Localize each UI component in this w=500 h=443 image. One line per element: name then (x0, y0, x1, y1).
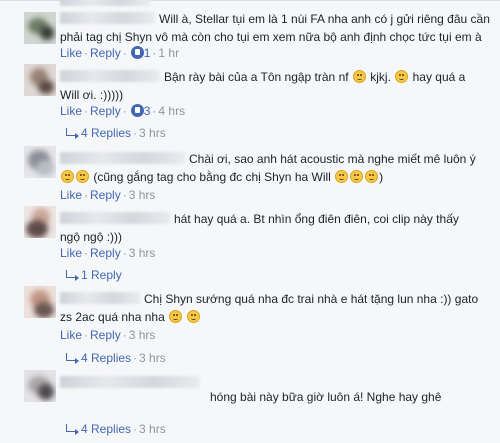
grin-emoji-icon (365, 170, 379, 183)
comment-2-replies-link[interactable]: 4 Replies (81, 126, 131, 140)
laugh-emoji-icon (335, 170, 349, 183)
comment-3-actions: Like · Reply · 3 hrs (60, 188, 156, 202)
comment-5-reply-link[interactable]: Reply (90, 328, 121, 342)
comment-1-text: Will à, Stellar tụi em là 1 nùi FA nha a… (60, 10, 490, 28)
comment-3-avatar[interactable] (24, 146, 56, 178)
comment-4-actions: Like · Reply · 3 hrs (60, 246, 156, 260)
comment-5-text-line2: zs 2ac quá nha nha (60, 308, 488, 326)
smile-emoji-icon (352, 70, 366, 83)
comment-2-like-link[interactable]: Like (60, 104, 82, 118)
comment-1-avatar[interactable] (24, 12, 56, 44)
comment-3-text: Chài ơi, sao anh hát acoustic mà nghe mi… (60, 150, 488, 168)
smile-emoji-icon (187, 310, 201, 323)
comment-3-author[interactable] (60, 152, 185, 164)
comment-1-time[interactable]: 1 hr (158, 46, 179, 60)
comment-6-replies-time: 3 hrs (139, 422, 166, 436)
comment-5-time[interactable]: 3 hrs (129, 328, 156, 342)
comment-2-time[interactable]: 4 hrs (158, 104, 185, 118)
comment-5-replies-time: 3 hrs (139, 351, 166, 365)
comment-4-like-link[interactable]: Like (60, 246, 82, 260)
comment-4-text: hát hay quá a. Bt nhìn ổng điên điên, co… (60, 210, 488, 228)
reply-arrow-icon (66, 128, 79, 139)
comment-4-author[interactable] (60, 212, 170, 224)
reply-arrow-icon (66, 270, 79, 281)
comment-1-name-blur-fragment (60, 0, 154, 6)
like-reaction-icon[interactable] (130, 46, 144, 59)
comment-3-time[interactable]: 3 hrs (129, 188, 156, 202)
laugh-emoji-icon (350, 170, 364, 183)
reply-arrow-icon (66, 353, 79, 364)
comment-6-replies-link[interactable]: 4 Replies (81, 422, 131, 436)
comment-6-author[interactable] (60, 376, 200, 388)
comment-1-actions: Like · Reply · 1 · 1 hr (60, 46, 180, 60)
comment-2-actions: Like · Reply · 3 · 4 hrs (60, 104, 186, 118)
comment-4-replies[interactable]: 1 Reply (66, 266, 122, 284)
comment-2-reaction-count[interactable]: 3 (144, 104, 151, 118)
grin-emoji-icon (76, 170, 89, 183)
comment-5-text: Chị Shyn sướng quá nha đc trai nhà e hát… (60, 290, 488, 308)
comment-2-reply-link[interactable]: Reply (90, 104, 121, 118)
comment-2-author[interactable] (60, 70, 160, 82)
comment-1-reaction-count[interactable]: 1 (144, 46, 151, 60)
tongue-emoji-icon (395, 70, 409, 83)
reply-arrow-icon (66, 424, 79, 435)
comment-3-like-link[interactable]: Like (60, 188, 82, 202)
smile-emoji-icon (61, 170, 74, 183)
comment-1-author[interactable] (60, 12, 155, 24)
comment-2-replies[interactable]: 4 Replies · 3 hrs (66, 124, 166, 142)
comment-4-replies-link[interactable]: 1 Reply (81, 268, 122, 282)
comment-2-avatar[interactable] (24, 64, 56, 96)
comment-1-like-link[interactable]: Like (60, 46, 82, 60)
comment-5-author[interactable] (60, 292, 140, 304)
comment-5-avatar[interactable] (24, 286, 56, 318)
comment-4-reply-link[interactable]: Reply (90, 246, 121, 260)
comment-5-replies[interactable]: 4 Replies · 3 hrs (66, 349, 166, 367)
comment-3-text-line2: (cũng gắng tag cho bằng đc chị Shyn ha W… (60, 168, 488, 186)
comment-5-actions: Like · Reply · 3 hrs (60, 328, 156, 342)
comment-4-avatar[interactable] (24, 206, 56, 238)
comment-6-replies[interactable]: 4 Replies · 3 hrs (66, 420, 166, 438)
comment-5-like-link[interactable]: Like (60, 328, 82, 342)
smile-emoji-icon (169, 310, 183, 323)
comment-3-reply-link[interactable]: Reply (90, 188, 121, 202)
comment-2-replies-time: 3 hrs (139, 126, 166, 140)
comment-6-avatar[interactable] (24, 370, 56, 402)
comment-6-text-line2: hóng bài này bữa giờ luôn á! Nghe hay gh… (210, 390, 442, 404)
comment-4-time[interactable]: 3 hrs (129, 246, 156, 260)
like-reaction-icon[interactable] (130, 104, 144, 117)
comment-5-replies-link[interactable]: 4 Replies (81, 351, 131, 365)
comment-2-text: Bận rày bài của a Tôn ngập tràn nf kjkj.… (60, 68, 488, 86)
comment-1-reply-link[interactable]: Reply (90, 46, 121, 60)
